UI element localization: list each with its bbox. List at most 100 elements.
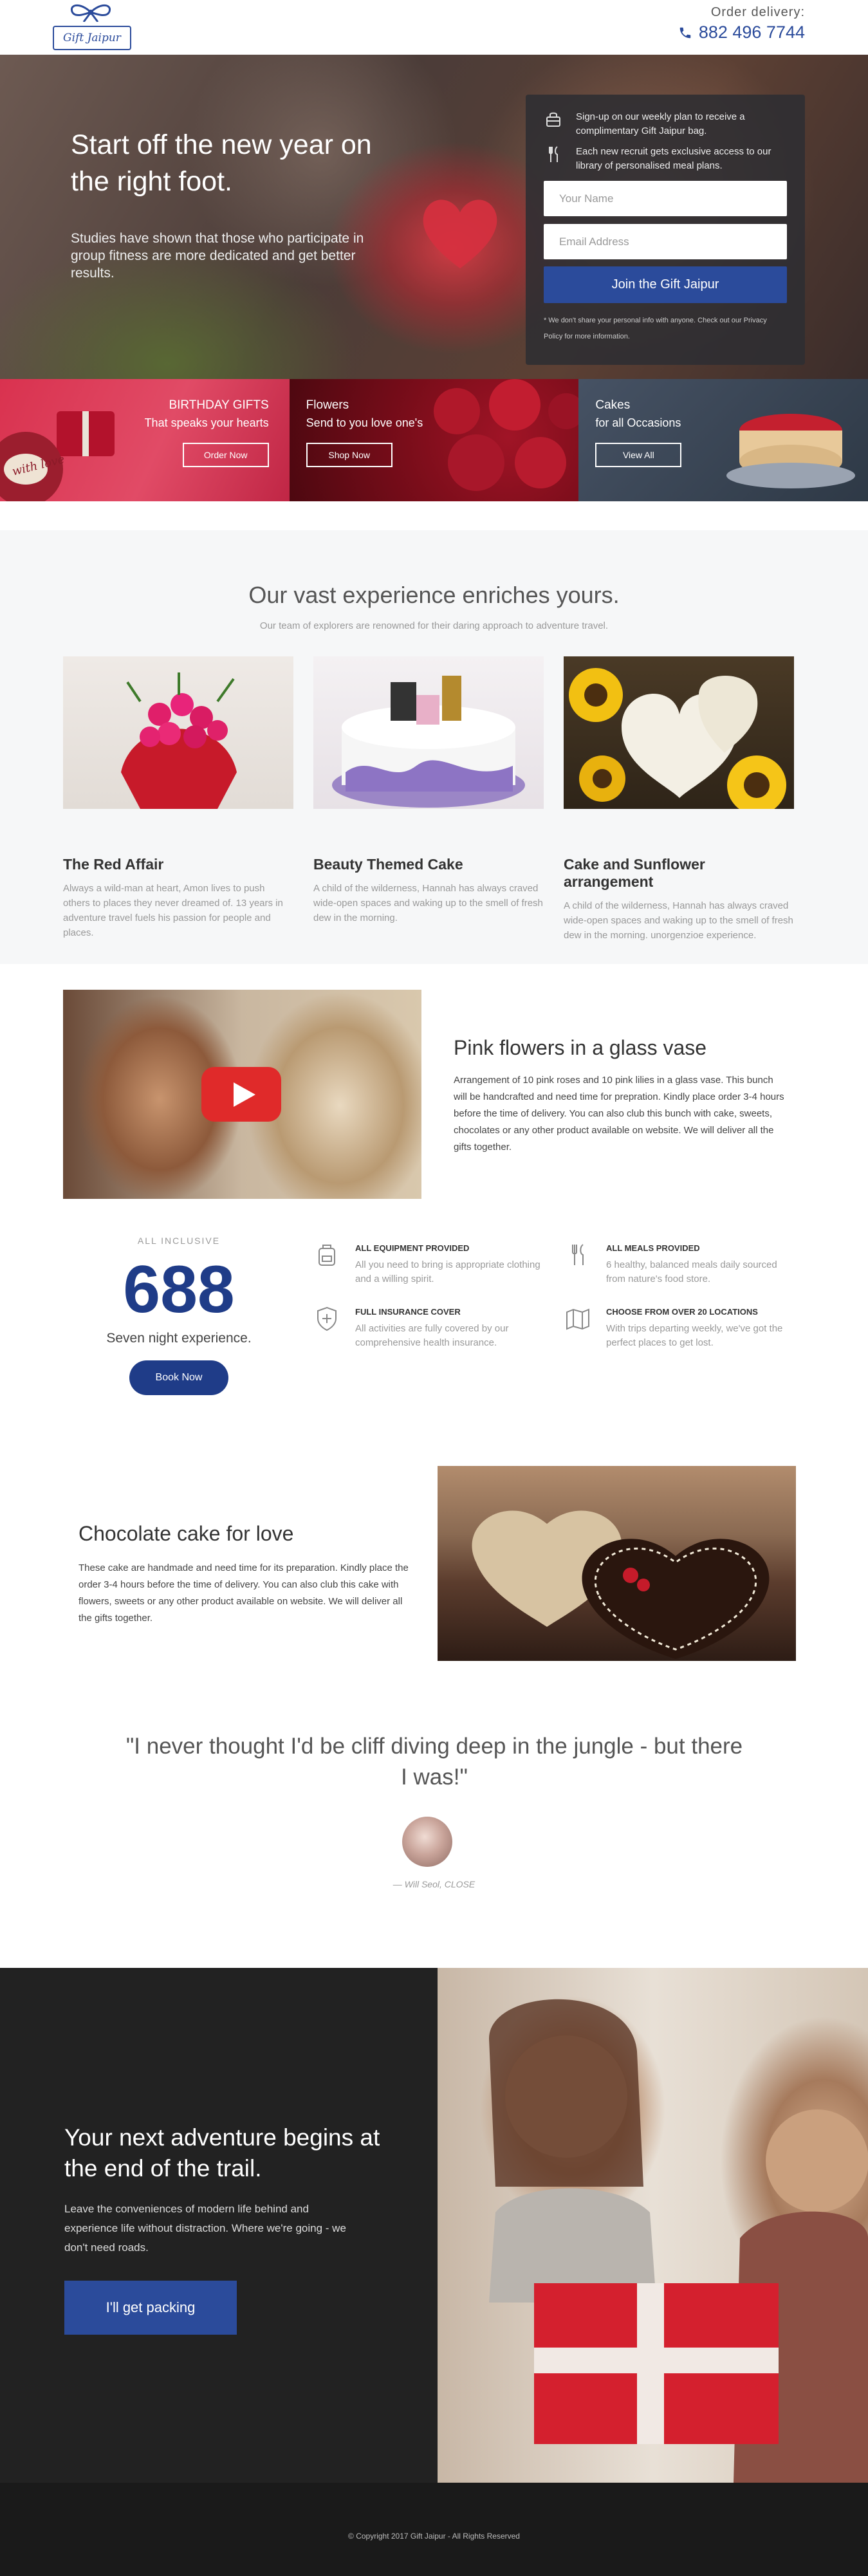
card-title: The Red Affair <box>63 856 164 873</box>
product-card[interactable]: The Red Affair Always a wild-man at hear… <box>63 656 293 943</box>
choco-text: These cake are handmade and need time fo… <box>78 1562 409 1624</box>
choco-title: Chocolate cake for love <box>78 1522 294 1545</box>
adventure-section: Your next adventure begins at the end of… <box>0 1968 868 2483</box>
video-player[interactable] <box>63 990 421 1199</box>
fork-knife-icon <box>572 1244 584 1265</box>
pink-title: Pink flowers in a glass vase <box>454 1036 707 1059</box>
feature-title: ALL MEALS PROVIDED <box>606 1243 700 1253</box>
beauty-cake-image <box>313 656 544 809</box>
product-card[interactable]: Beauty Themed Cake A child of the wilder… <box>313 656 544 943</box>
signup-form: Sign-up on our weekly plan to receive a … <box>526 95 805 365</box>
gift-mug-image <box>0 411 115 501</box>
play-button-icon[interactable] <box>201 1067 281 1122</box>
adventure-title: Your next adventure begins at the end of… <box>64 2124 380 2182</box>
feature-item: ALL MEALS PROVIDED 6 healthy, balanced me… <box>564 1241 802 1286</box>
couple-gift-image <box>438 1968 868 2483</box>
order-delivery: Order delivery: 882 496 7744 <box>678 5 805 42</box>
feature-text: All you need to bring is appropriate clo… <box>355 1259 540 1284</box>
map-icon <box>566 1308 589 1330</box>
hero-title: Start off the new year on the right foot… <box>71 129 372 197</box>
site-footer: © Copyright 2017 Gift Jaipur - All Right… <box>0 2483 868 2576</box>
signup-perk-text: Each new recruit gets exclusive access t… <box>576 146 771 171</box>
feature-title: FULL INSURANCE COVER <box>355 1307 461 1317</box>
phone-link[interactable]: 882 496 7744 <box>678 23 805 42</box>
hero-subtitle: Studies have shown that those who partic… <box>71 231 364 281</box>
join-button[interactable]: Join the Gift Jaipur <box>544 266 787 303</box>
feature-title: ALL EQUIPMENT PROVIDED <box>355 1243 470 1253</box>
feature-item: CHOOSE FROM OVER 20 LOCATIONS With trips … <box>564 1304 802 1350</box>
bag-icon <box>546 112 560 127</box>
view-all-button[interactable]: View All <box>595 443 682 467</box>
category-title: Flowers <box>306 398 349 412</box>
category-subtitle: for all Occasions <box>595 416 681 429</box>
category-cakes: Cakes for all Occasions View All <box>578 379 868 501</box>
experience-subtitle: Our team of explorers are renowned for t… <box>259 620 609 631</box>
site-header: Gift Jaipur Order delivery: 882 496 7744 <box>0 0 868 55</box>
avatar <box>402 1817 452 1867</box>
card-text: Always a wild-man at heart, Amon lives t… <box>63 883 283 938</box>
phone-icon <box>679 27 691 38</box>
card-title: Cake and Sunflower arrangement <box>564 856 705 890</box>
feature-text: With trips departing weekly, we've got t… <box>606 1323 783 1348</box>
big-number: 688 <box>123 1252 235 1327</box>
card-title: Beauty Themed Cake <box>313 856 463 873</box>
category-title: BIRTHDAY GIFTS <box>169 398 269 412</box>
product-card[interactable]: Cake and Sunflower arrangement A child o… <box>564 656 794 943</box>
category-flowers: Flowers Send to you love one's Shop Now <box>289 379 579 501</box>
feature-grid: ALL EQUIPMENT PROVIDED All you need to br… <box>313 1241 802 1350</box>
red-roses-image <box>63 656 293 809</box>
roses-image <box>433 379 579 491</box>
book-now-button[interactable]: Book Now <box>129 1360 228 1395</box>
fork-knife-icon <box>549 146 558 162</box>
backpack-icon <box>319 1245 335 1266</box>
pink-text: Arrangement of 10 pink roses and 10 pink… <box>454 1075 784 1153</box>
shield-plus-icon <box>317 1306 337 1331</box>
category-birthday: with love BIRTHDAY GIFTS That speaks you… <box>0 379 290 501</box>
get-packing-button[interactable]: I'll get packing <box>64 2281 237 2335</box>
email-input[interactable] <box>544 224 787 259</box>
card-text: A child of the wilderness, Hannah has al… <box>564 900 793 941</box>
feature-text: All activities are fully covered by our … <box>355 1323 509 1348</box>
category-title: Cakes <box>595 398 631 412</box>
signup-perk-meals: Each new recruit gets exclusive access t… <box>544 145 787 173</box>
cake-image <box>726 414 856 488</box>
category-text: BIRTHDAY GIFTS That speaks your hearts O… <box>145 398 269 467</box>
category-subtitle: That speaks your hearts <box>144 416 269 429</box>
experience-caption: Seven night experience. <box>106 1331 252 1346</box>
shop-now-button[interactable]: Shop Now <box>306 443 392 467</box>
adventure-text: Leave the conveniences of modern life be… <box>64 2203 346 2254</box>
experience-section: Our vast experience enriches yours. Our … <box>0 530 868 964</box>
name-input[interactable] <box>544 181 787 216</box>
testimonial-section: "I never thought I'd be cliff diving dee… <box>0 1685 868 1968</box>
experience-title: Our vast experience enriches yours. <box>248 582 620 608</box>
chocolate-cake-section: Chocolate cake for love These cake are h… <box>0 1459 868 1685</box>
card-text: A child of the wilderness, Hannah has al… <box>313 883 543 923</box>
feature-title: CHOOSE FROM OVER 20 LOCATIONS <box>606 1307 758 1317</box>
signup-perk-text: Sign-up on our weekly plan to receive a … <box>576 111 745 136</box>
all-inclusive-label: ALL INCLUSIVE <box>137 1236 221 1246</box>
phone-number: 882 496 7744 <box>698 23 805 42</box>
order-now-button[interactable]: Order Now <box>182 443 269 467</box>
category-subtitle: Send to you love one's <box>306 416 423 429</box>
product-cards: The Red Affair Always a wild-man at hear… <box>63 656 794 943</box>
logo[interactable]: Gift Jaipur <box>53 3 131 51</box>
category-text: Flowers Send to you love one's Shop Now <box>306 398 423 467</box>
feature-item: ALL EQUIPMENT PROVIDED All you need to br… <box>313 1241 564 1286</box>
category-text: Cakes for all Occasions View All <box>595 398 682 467</box>
logo-text: Gift Jaipur <box>53 26 131 50</box>
feature-text: 6 healthy, balanced meals daily sourced … <box>606 1259 777 1284</box>
bow-icon <box>70 4 111 22</box>
privacy-note: * We don't share your personal info with… <box>544 317 767 340</box>
signup-perk-bag: Sign-up on our weekly plan to receive a … <box>544 110 787 138</box>
hero-section: Start off the new year on the right foot… <box>0 55 868 379</box>
sunflower-cake-image <box>564 656 794 809</box>
testimonial-author: — Will Seol, CLOSE <box>392 1879 476 1889</box>
testimonial-quote: "I never thought I'd be cliff diving dee… <box>125 1734 743 1790</box>
heart-image <box>423 199 497 268</box>
spacer <box>0 501 868 530</box>
category-strip: with love BIRTHDAY GIFTS That speaks you… <box>0 379 868 501</box>
pink-flowers-section: Pink flowers in a glass vase Arrangement… <box>0 964 868 1209</box>
heart-cake-image <box>438 1466 796 1661</box>
copyright-text: © Copyright 2017 Gift Jaipur - All Right… <box>348 2532 520 2541</box>
price-block: ALL INCLUSIVE 688 Seven night experience… <box>63 1236 295 1395</box>
